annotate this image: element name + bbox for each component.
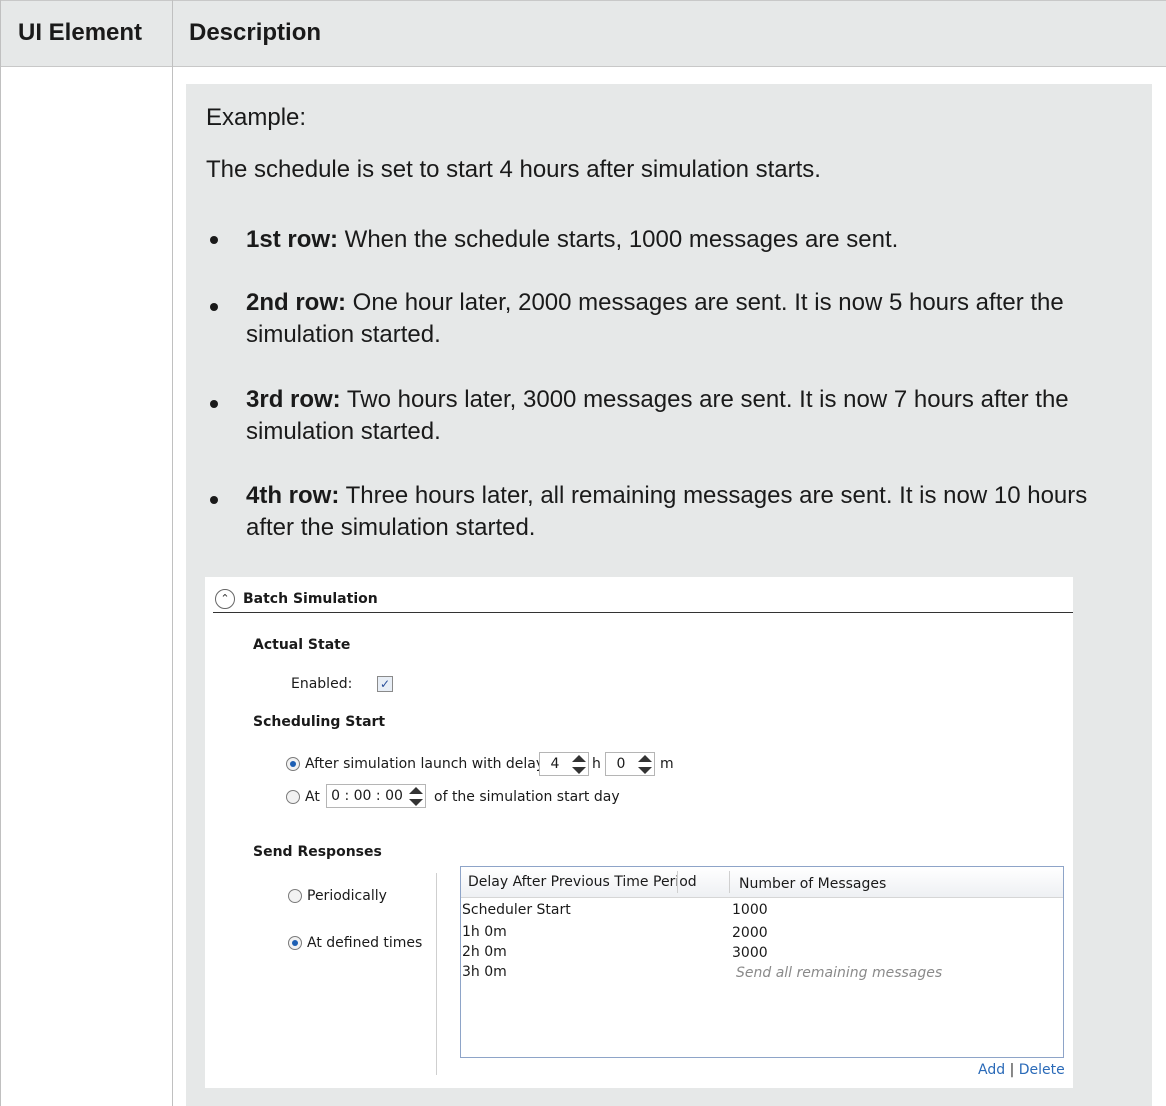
radio-at-time[interactable] xyxy=(286,790,300,804)
radio-periodically[interactable] xyxy=(288,889,302,903)
row-delay: 3h 0m xyxy=(462,964,507,980)
row-label: 3rd row: xyxy=(246,386,341,413)
row-messages: 2000 xyxy=(732,925,768,941)
grid-col-delay[interactable]: Delay After Previous Time Period xyxy=(468,874,697,890)
scheduling-start-heading: Scheduling Start xyxy=(253,714,386,730)
enabled-checkbox[interactable]: ✓ xyxy=(377,676,393,692)
radio-at-defined-times[interactable] xyxy=(288,936,302,950)
send-responses-heading: Send Responses xyxy=(253,844,382,860)
at-time-arrows-icon[interactable] xyxy=(406,786,426,808)
row-messages-placeholder: Send all remaining messages xyxy=(736,965,943,981)
list-item-text: 4th row: Three hours later, all remainin… xyxy=(246,480,1126,544)
at-defined-times-label: At defined times xyxy=(307,935,423,951)
bullet-dot xyxy=(210,236,218,244)
grid-col-messages[interactable]: Number of Messages xyxy=(739,876,886,892)
options-divider xyxy=(436,873,437,1075)
grid-col-separator xyxy=(729,871,730,893)
actual-state-heading: Actual State xyxy=(253,637,351,653)
at-time-stepper[interactable]: 0 : 00 : 00 xyxy=(326,784,426,808)
table-left-border xyxy=(0,0,1,1106)
delete-link[interactable]: Delete xyxy=(1019,1062,1065,1078)
row-messages: 1000 xyxy=(732,902,768,918)
list-item-text: 1st row: When the schedule starts, 1000 … xyxy=(246,224,1126,256)
delay-minutes-value: 0 xyxy=(616,756,626,772)
minutes-unit-label: m xyxy=(660,756,674,772)
schedule-grid[interactable]: Delay After Previous Time Period Number … xyxy=(460,866,1064,1058)
panel-title: Batch Simulation xyxy=(243,591,378,607)
list-item-text: 3rd row: Two hours later, 3000 messages … xyxy=(246,384,1126,448)
row-label: 2nd row: xyxy=(246,289,346,316)
delay-hours-stepper[interactable]: 4 xyxy=(539,752,589,776)
row-delay: 1h 0m xyxy=(462,924,507,940)
example-label: Example: xyxy=(206,104,307,131)
add-link[interactable]: Add xyxy=(978,1062,1005,1078)
table-header xyxy=(0,0,1166,67)
column-header-description: Description xyxy=(189,19,322,46)
at-label: At xyxy=(305,789,320,805)
delay-minutes-arrows-icon[interactable] xyxy=(635,754,655,776)
example-intro: The schedule is set to start 4 hours aft… xyxy=(206,156,821,183)
row-text: Two hours later, 3000 messages are sent.… xyxy=(246,386,1069,445)
delay-hours-arrows-icon[interactable] xyxy=(569,754,589,776)
bullet-dot xyxy=(210,303,218,311)
grid-header: Delay After Previous Time Period Number … xyxy=(461,867,1063,898)
list-item-text: 2nd row: One hour later, 2000 messages a… xyxy=(246,287,1126,351)
panel-title-divider xyxy=(213,612,1073,613)
row-label: 1st row: xyxy=(246,226,339,253)
at-time-value: 0 : 00 : 00 xyxy=(331,788,403,804)
row-delay: Scheduler Start xyxy=(462,902,571,918)
delay-hours-value: 4 xyxy=(550,756,560,772)
row-messages: 3000 xyxy=(732,945,768,961)
column-header-ui-element: UI Element xyxy=(18,19,143,46)
grid-actions: Add | Delete xyxy=(978,1062,1065,1078)
delay-minutes-stepper[interactable]: 0 xyxy=(605,752,655,776)
bullet-dot xyxy=(210,400,218,408)
periodically-label: Periodically xyxy=(307,888,387,904)
at-time-suffix: of the simulation start day xyxy=(434,789,620,805)
radio-after-launch-delay[interactable] xyxy=(286,757,300,771)
checkmark-icon: ✓ xyxy=(379,677,391,691)
collapse-chevron-up-icon[interactable]: ⌃ xyxy=(215,589,235,609)
bullet-dot xyxy=(210,496,218,504)
row-text: Three hours later, all remaining message… xyxy=(246,482,1088,541)
after-launch-delay-label: After simulation launch with delay xyxy=(305,756,545,772)
column-divider xyxy=(172,0,173,1106)
hours-unit-label: h xyxy=(592,756,601,772)
row-text: One hour later, 2000 messages are sent. … xyxy=(246,289,1064,348)
enabled-label: Enabled: xyxy=(291,676,353,692)
link-separator: | xyxy=(1009,1062,1015,1078)
row-delay: 2h 0m xyxy=(462,944,507,960)
row-text: When the schedule starts, 1000 messages … xyxy=(338,226,899,253)
batch-simulation-panel: ⌃ Batch Simulation Actual State Enabled:… xyxy=(205,577,1073,1088)
grid-col-separator xyxy=(677,871,678,893)
row-label: 4th row: xyxy=(246,482,340,509)
